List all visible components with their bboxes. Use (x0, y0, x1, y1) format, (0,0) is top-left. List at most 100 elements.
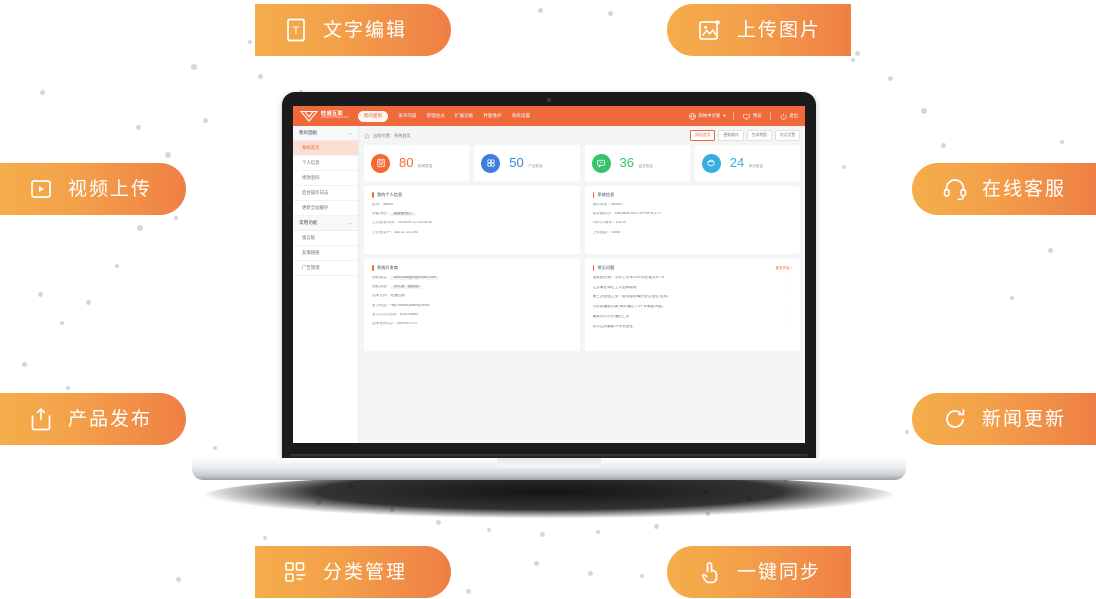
badge-image-upload[interactable]: 上传图片 (667, 4, 851, 56)
dot (608, 11, 613, 16)
preview-label: 预览 (752, 113, 762, 118)
news-item[interactable]: 第三次全国工业：服务部统筹的全文规范 目标。 › (593, 295, 793, 299)
breadcrumb-button-update-cache[interactable]: 更新缓存 (718, 130, 744, 141)
sidebar-group-my-panel[interactable]: 我的面板 ︿ (293, 126, 358, 141)
image-plus-icon (697, 17, 723, 43)
news-item-text: 最美乡村行不通的工学 (592, 314, 630, 318)
dot (1010, 296, 1014, 300)
nav-right-group: 简体中文版 ▾ 预览 退出 (680, 112, 798, 120)
breadcrumb-button-site-settings[interactable]: 站点设置 (774, 130, 800, 141)
sidebar-item-cache[interactable]: 更新全站缓存 (293, 201, 358, 216)
nav-item-1[interactable]: 发布内容 (398, 113, 416, 119)
logo-subtitle: WANGTONGHULIAN (321, 116, 349, 120)
row-value: 2953947373 (396, 322, 417, 326)
preview-button[interactable]: 预览 (743, 113, 762, 120)
sidebar-item-logs[interactable]: 后台操作日志 (293, 186, 358, 201)
badge-category-manage[interactable]: 分类管理 (255, 546, 451, 598)
dot (22, 362, 27, 367)
auth-row: 授权类型： 永久版 · 旗舰版 (372, 285, 572, 289)
dot (654, 524, 659, 529)
dot (538, 8, 543, 13)
stat-card-products[interactable]: 50 产品数量 (474, 145, 580, 181)
laptop-mockup: 旺通互联 WANGTONGHULIAN 我的面板 发布内容 管理会员 扩展功能 … (186, 92, 912, 518)
badge-label: 在线客服 (982, 178, 1067, 200)
nav-item-4[interactable]: 界面维护 (483, 113, 501, 119)
badge-label: 上传图片 (737, 19, 822, 41)
stat-value: 50 (509, 155, 524, 170)
badge-online-service[interactable]: 在线客服 (912, 163, 1096, 215)
dot (136, 125, 141, 130)
dot (855, 51, 860, 56)
row-value: 永久版 · 旗舰版 (390, 285, 422, 289)
sidebar-item-home[interactable]: 系统首页 (293, 141, 358, 156)
nav-item-5[interactable]: 系统设置 (512, 113, 530, 119)
sidebar-item-links[interactable]: 友情链接 (293, 246, 358, 261)
row-value: 旺通互联 (390, 294, 406, 298)
laptop-base (192, 458, 906, 480)
news-item-text: 国家统计局：今年上半年GDP同比增长6.7% (592, 276, 665, 279)
app-logo[interactable]: 旺通互联 WANGTONGHULIAN (300, 110, 349, 122)
nav-item-2[interactable]: 管理会员 (427, 113, 445, 119)
breadcrumb-button-sitemap[interactable]: 生成地图 (746, 130, 772, 141)
panel-header: 系统信息 (592, 192, 793, 198)
language-label: 简体中文版 (698, 113, 721, 118)
laptop-screen: 旺通互联 WANGTONGHULIAN 我的面板 发布内容 管理会员 扩展功能 … (293, 106, 805, 443)
more-link[interactable]: 更多内容 › (775, 266, 792, 271)
auth-row: 官方网站：http://www.yitaikeji.com/ (372, 304, 572, 308)
logout-button[interactable]: 退出 (780, 113, 798, 120)
nav-item-0[interactable]: 我的面板 (357, 110, 389, 122)
stat-card-messages[interactable]: 36 留言数量 (584, 145, 690, 181)
badge-one-key-sync[interactable]: 一键同步 (667, 546, 851, 598)
dot (248, 40, 252, 44)
chevron-right-icon: › (790, 295, 792, 299)
row-key: 上传限制： (592, 230, 611, 234)
sidebar-group-common[interactable]: 常用功能 ︿ (293, 216, 358, 231)
breadcrumb-buttons: 网站首页 更新缓存 生成地图 站点设置 (687, 130, 800, 141)
row-value[interactable]: http://www.yitaikeji.com/ (390, 304, 429, 307)
stat-label: 留言数量 (638, 164, 653, 168)
panel-news: 常见问题 更多内容 › 国家统计局：今年上半年GDP同比增长6.7% › 江苏事业… (584, 259, 800, 351)
badge-text-edit[interactable]: T 文字编辑 (255, 4, 451, 56)
svg-text:T: T (293, 25, 300, 37)
sidebar-item-password[interactable]: 修改密码 (293, 171, 358, 186)
badge-label: 文字编辑 (323, 19, 408, 41)
dot (1060, 140, 1064, 144)
row-key: 上次登录时间： (372, 221, 398, 225)
sidebar-item-messages[interactable]: 留言板 (293, 231, 358, 246)
stat-value: 80 (399, 155, 414, 170)
language-selector[interactable]: 简体中文版 ▾ (688, 112, 725, 120)
badge-label: 产品发布 (68, 408, 153, 430)
stat-card-news[interactable]: 80 新闻数量 (364, 145, 470, 181)
divider (769, 112, 771, 120)
badge-product-publish[interactable]: 产品发布 (0, 393, 186, 445)
breadcrumb-button-site-home[interactable]: 网站首页 (690, 130, 716, 141)
badge-video-upload[interactable]: 视频上传 (0, 163, 186, 215)
panel-title: 系统信息 (597, 192, 615, 197)
profile-row: 上次登录IP：183.12.14.206 (372, 231, 572, 235)
dot (165, 152, 171, 158)
news-item[interactable]: 江苏事业单位工人退休新政 › (593, 286, 793, 290)
badge-label: 视频上传 (68, 178, 153, 200)
content-area: 当前位置：系统首页 网站首页 更新缓存 生成地图 站点设置 80 新闻数量 50… (359, 126, 805, 443)
panel-title: 我的个人信息 (377, 192, 403, 197)
logo-w-icon (300, 110, 318, 122)
nav-item-3[interactable]: 扩展功能 (455, 113, 473, 119)
stat-cards: 80 新闻数量 50 产品数量 36 留言数量 24 单页数量 (364, 145, 800, 181)
system-row: 操作系统：WINNT (593, 203, 793, 207)
message-icon (591, 153, 611, 173)
badge-news-update[interactable]: 新闻更新 (912, 393, 1096, 445)
profile-row: 上次登录时间：2018-09-12 15:26:45 (372, 221, 572, 225)
sidebar-item-ads[interactable]: 广告管理 (293, 261, 358, 276)
panel-title: 系统开发商 (377, 265, 398, 270)
news-item[interactable]: 小伙将编制式微 两年通过了3个年薪超大额。 › (593, 305, 793, 309)
news-item[interactable]: 初中生问最新汽车安全性 › (593, 325, 793, 329)
news-item[interactable]: 最美乡村行不通的工学 › (593, 315, 793, 319)
breadcrumb: 当前位置：系统首页 网站首页 更新缓存 生成地图 站点设置 (364, 130, 800, 141)
grid-list-icon (283, 559, 309, 585)
stat-card-pages[interactable]: 24 单页数量 (694, 145, 800, 181)
row-key: 官方网站： (372, 303, 391, 307)
auth-row: 官方QQ讨论群：626145860 (372, 313, 572, 317)
sidebar-item-profile[interactable]: 个人信息 (293, 156, 358, 171)
sidebar-group-label: 常用功能 (299, 220, 318, 225)
news-item[interactable]: 国家统计局：今年上半年GDP同比增长6.7% › (593, 276, 793, 280)
